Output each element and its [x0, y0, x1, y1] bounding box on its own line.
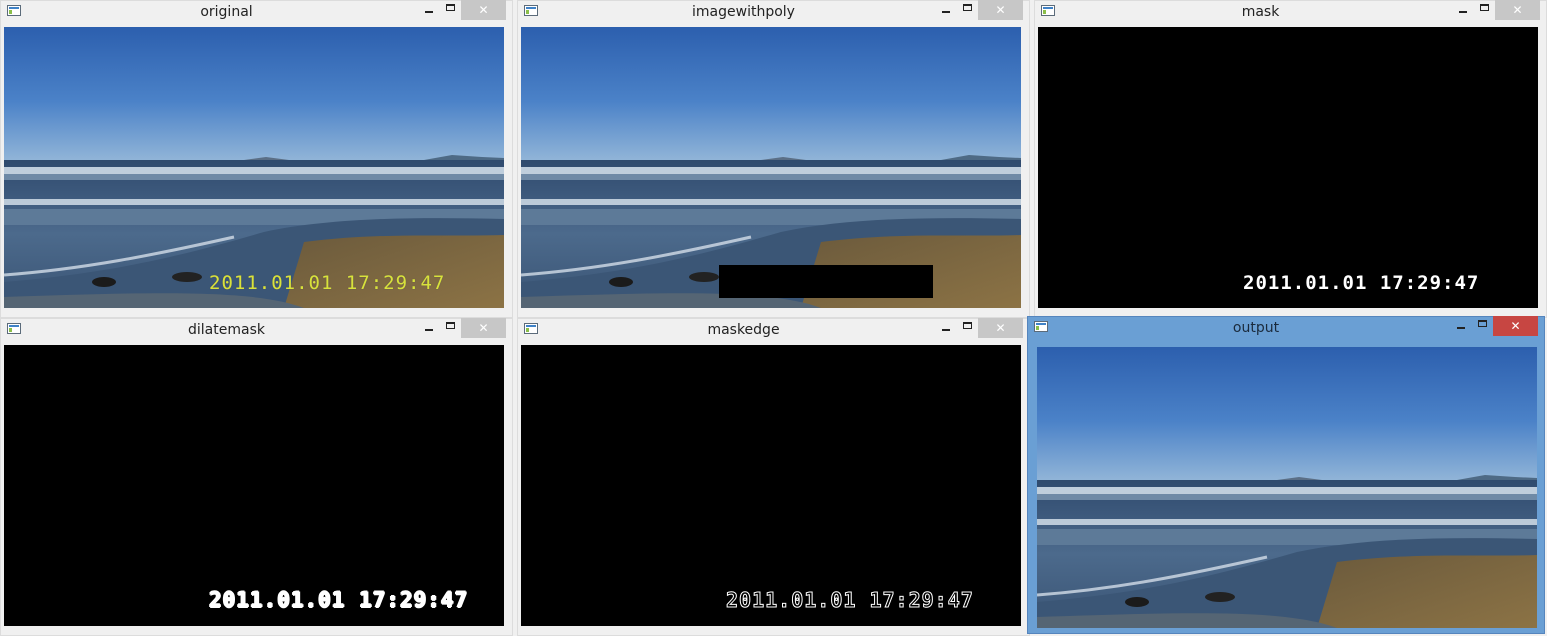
- filled-polygon: [719, 265, 933, 298]
- image-original: 2011.01.01 17:29:47: [4, 27, 504, 308]
- window-app-icon[interactable]: [7, 323, 21, 334]
- close-icon[interactable]: ✕: [461, 318, 506, 338]
- edge-timestamp: 2011.01.01 17:29:47: [726, 588, 974, 613]
- timestamp-overlay: 2011.01.01 17:29:47: [209, 272, 446, 294]
- maximize-icon[interactable]: [957, 319, 979, 339]
- window-imagewithpoly[interactable]: imagewithpoly ✕: [517, 0, 1030, 318]
- maximize-icon[interactable]: [957, 1, 979, 21]
- window-title: imagewithpoly: [692, 4, 795, 20]
- close-icon[interactable]: ✕: [978, 0, 1023, 20]
- window-app-icon[interactable]: [7, 5, 21, 16]
- window-title: output: [1232, 320, 1280, 336]
- window-title: maskedge: [707, 322, 780, 338]
- beach-photo: [4, 27, 504, 308]
- image-maskedge: 2011.01.01 17:29:47: [521, 345, 1021, 626]
- maximize-icon[interactable]: [1472, 317, 1494, 337]
- minimize-icon[interactable]: [1450, 317, 1472, 337]
- maximize-icon[interactable]: [1474, 1, 1496, 21]
- mask-timestamp: 2011.01.01 17:29:47: [1243, 272, 1480, 294]
- window-app-icon[interactable]: [1041, 5, 1055, 16]
- close-icon[interactable]: ✕: [978, 318, 1023, 338]
- dilated-timestamp: 2011.01.01 17:29:47: [209, 588, 469, 612]
- minimize-icon[interactable]: [418, 1, 440, 21]
- maximize-icon[interactable]: [440, 319, 462, 339]
- close-icon[interactable]: ✕: [461, 0, 506, 20]
- titlebar[interactable]: maskedge ✕: [518, 318, 1029, 341]
- window-mask[interactable]: mask ✕ 2011.01.01 17:29:47: [1034, 0, 1547, 318]
- minimize-icon[interactable]: [935, 319, 957, 339]
- titlebar[interactable]: imagewithpoly ✕: [518, 0, 1029, 23]
- minimize-icon[interactable]: [418, 319, 440, 339]
- window-app-icon[interactable]: [524, 5, 538, 16]
- titlebar[interactable]: output ✕: [1028, 316, 1544, 339]
- image-dilatemask: 2011.01.01 17:29:47: [4, 345, 504, 626]
- window-original[interactable]: original ✕ 2011.01.01 17:29:47: [0, 0, 513, 318]
- window-app-icon[interactable]: [524, 323, 538, 334]
- minimize-icon[interactable]: [1452, 1, 1474, 21]
- window-app-icon[interactable]: [1034, 321, 1048, 332]
- image-output: [1037, 347, 1537, 628]
- titlebar[interactable]: mask ✕: [1035, 0, 1546, 23]
- minimize-icon[interactable]: [935, 1, 957, 21]
- maximize-icon[interactable]: [440, 1, 462, 21]
- titlebar[interactable]: original ✕: [1, 0, 512, 23]
- close-icon[interactable]: ✕: [1493, 316, 1538, 336]
- image-mask: 2011.01.01 17:29:47: [1038, 27, 1538, 308]
- window-output[interactable]: output ✕: [1027, 316, 1545, 634]
- image-with-poly: [521, 27, 1021, 308]
- close-icon[interactable]: ✕: [1495, 0, 1540, 20]
- window-title: dilatemask: [188, 322, 265, 338]
- beach-photo: [1037, 347, 1537, 628]
- window-dilatemask[interactable]: dilatemask ✕ 2011.01.01 17:29:47: [0, 318, 513, 636]
- window-title: mask: [1241, 4, 1280, 20]
- window-title: original: [200, 4, 253, 20]
- window-maskedge[interactable]: maskedge ✕ 2011.01.01 17:29:47: [517, 318, 1030, 636]
- titlebar[interactable]: dilatemask ✕: [1, 318, 512, 341]
